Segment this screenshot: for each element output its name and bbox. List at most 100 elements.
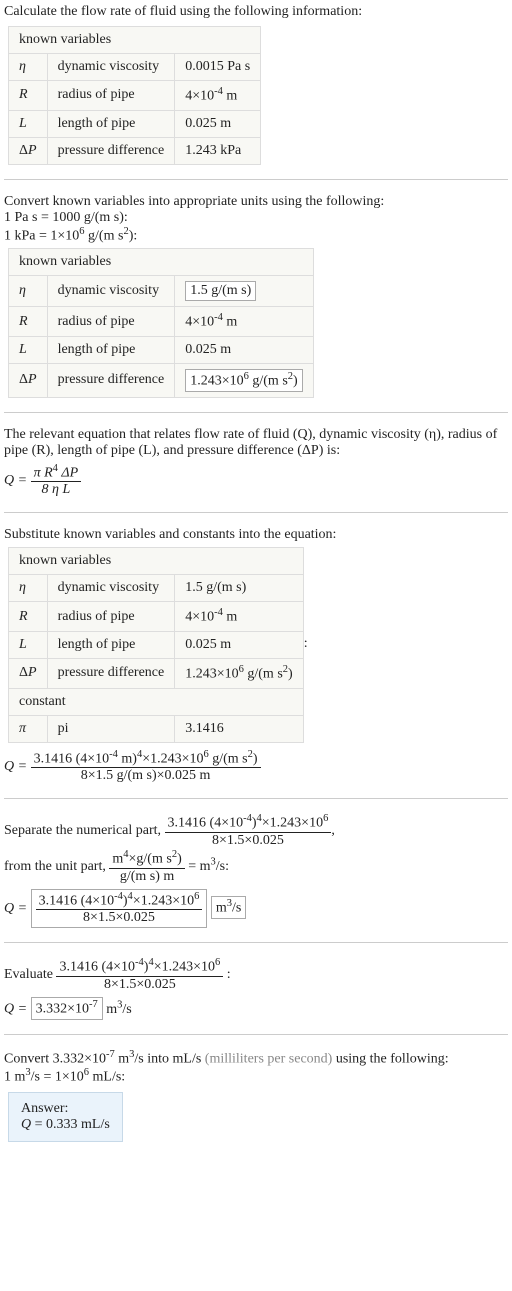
- known-variables-table-2: known variables η dynamic viscosity 1.5 …: [8, 248, 314, 397]
- answer-box: Answer: Q = 0.333 mL/s: [8, 1092, 123, 1142]
- evaluate-text: Evaluate 3.1416 (4×10-4)4×1.243×106 8×1.…: [4, 957, 508, 993]
- val-part: ): [293, 374, 298, 389]
- var-name: length of pipe: [47, 336, 175, 363]
- var-value: 0.025 m: [175, 336, 313, 363]
- eq-exp: -7: [106, 1049, 115, 1060]
- answer-value: = 0.333 mL/s: [35, 1117, 110, 1132]
- var-symbol: L: [9, 336, 48, 363]
- eq-part: ΔP: [58, 465, 78, 480]
- table-caption: known variables: [9, 249, 314, 276]
- table-row: R radius of pipe 4×10-4 m: [9, 307, 314, 337]
- val-part: g/(m s: [244, 667, 283, 682]
- eq-lhs: Q =: [4, 1002, 31, 1017]
- val-exp: -4: [214, 312, 223, 323]
- fraction: π R4 ΔP 8 η L: [31, 463, 82, 499]
- var-symbol: η: [9, 276, 48, 307]
- var-name: dynamic viscosity: [47, 276, 175, 307]
- numerator: π R4 ΔP: [31, 463, 82, 483]
- var-name: pi: [47, 715, 175, 742]
- known-variables-table-1: known variables η dynamic viscosity 0.00…: [8, 26, 261, 165]
- eq-part: m3/s: [106, 1002, 131, 1017]
- var-symbol: π: [9, 715, 48, 742]
- var-value: 1.243 kPa: [175, 137, 261, 164]
- val-part: 4×10: [185, 89, 214, 104]
- val-part: 1.243×10: [185, 667, 238, 682]
- text-part: g/(m s: [85, 228, 124, 243]
- var-symbol: ΔP: [9, 137, 48, 164]
- table-row: η dynamic viscosity 1.5 g/(m s): [9, 575, 304, 602]
- table-caption: known variables: [9, 548, 304, 575]
- numerator: 3.1416 (4×10-4)4×1.243×106: [56, 957, 223, 977]
- eq-part: 3.1416 (4×10: [168, 816, 244, 831]
- denominator: 8×1.5 g/(m s)×0.025 m: [31, 768, 261, 784]
- var-symbol: R: [9, 81, 48, 111]
- var-name: dynamic viscosity: [47, 575, 175, 602]
- text-part: 1 m: [4, 1070, 25, 1085]
- eq-part: 3.1416 (4×10: [34, 751, 110, 766]
- table-row: L length of pipe 0.025 m: [9, 110, 261, 137]
- fraction: 3.1416 (4×10-4)4×1.243×106 8×1.5×0.025: [36, 891, 203, 927]
- table-row: ΔP pressure difference 1.243 kPa: [9, 137, 261, 164]
- equation-1: Q = π R4 ΔP 8 η L: [4, 463, 508, 499]
- eq-part: 3.1416 (4×10: [39, 893, 115, 908]
- text-part: Evaluate: [4, 967, 56, 982]
- denominator: 8×1.5×0.025: [36, 910, 203, 926]
- var-name: pressure difference: [47, 363, 175, 397]
- var-symbol: η: [9, 575, 48, 602]
- boxed-value: 1.5 g/(m s): [185, 281, 256, 301]
- text-gray: (milliliters per second): [205, 1051, 333, 1066]
- intro-text: Calculate the flow rate of fluid using t…: [4, 4, 508, 20]
- table-row: L length of pipe 0.025 m: [9, 336, 314, 363]
- numerator: m4×g/(m s2): [109, 849, 184, 869]
- text-part: Convert 3.332×10: [4, 1051, 106, 1066]
- var-name: pressure difference: [47, 658, 175, 688]
- var-value: 0.0015 Pa s: [175, 54, 261, 81]
- eq-exp: -4: [135, 957, 144, 968]
- boxed-value: 1.243×106 g/(m s2): [185, 369, 302, 392]
- conversion-line-2: 1 kPa = 1×106 g/(m s2):: [4, 226, 508, 245]
- var-value: 1.5 g/(m s): [175, 575, 303, 602]
- var-value: 1.243×106 g/(m s2): [175, 363, 313, 397]
- eq-part: 3.1416 (4×10: [59, 960, 135, 975]
- var-value: 0.025 m: [175, 110, 261, 137]
- eq-part: 3.332×10: [36, 1002, 89, 1017]
- var-name: pressure difference: [47, 137, 175, 164]
- text-part: ):: [129, 228, 138, 243]
- table-row: π pi 3.1416: [9, 715, 304, 742]
- var-value: 0.025 m: [175, 631, 303, 658]
- eq-lhs: Q =: [4, 901, 31, 916]
- val-exp: -4: [214, 607, 223, 618]
- val-suffix: m: [223, 89, 237, 104]
- val-part: 4×10: [185, 315, 214, 330]
- text-part: Separate the numerical part,: [4, 823, 165, 838]
- substitute-title: Substitute known variables and constants…: [4, 527, 508, 543]
- var-symbol: R: [9, 602, 48, 632]
- table-row: R radius of pipe 4×10-4 m: [9, 602, 304, 632]
- conversion-line-1: 1 Pa s = 1000 g/(m s):: [4, 210, 508, 226]
- equation-explanation: The relevant equation that relates flow …: [4, 427, 508, 459]
- var-name: radius of pipe: [47, 81, 175, 111]
- val-exp: -4: [214, 86, 223, 97]
- denominator: g/(m s) m: [109, 869, 184, 885]
- eq-exp: 6: [194, 891, 199, 902]
- fraction: 3.1416 (4×10-4 m)4×1.243×106 g/(m s2) 8×…: [31, 749, 261, 785]
- eq-exp: -4: [109, 749, 118, 760]
- eq-part: ×1.243×10: [154, 960, 215, 975]
- answer-equation: Q: [21, 1117, 31, 1132]
- numerator: 3.1416 (4×10-4)4×1.243×106: [36, 891, 203, 911]
- eq-part: ×g/(m s: [129, 852, 172, 867]
- var-symbol: R: [9, 307, 48, 337]
- eq-exp: -7: [89, 999, 98, 1010]
- eq-lhs: Q =: [4, 759, 31, 774]
- eq-part: m: [112, 852, 123, 867]
- var-name: radius of pipe: [47, 307, 175, 337]
- eq-part: π R: [34, 465, 53, 480]
- var-symbol: ΔP: [9, 363, 48, 397]
- eq-part: ×1.243×10: [142, 751, 203, 766]
- text-part: 1 kPa = 1×10: [4, 228, 79, 243]
- eq-exp: -4: [243, 813, 252, 824]
- table-caption: known variables: [9, 27, 261, 54]
- var-name: dynamic viscosity: [47, 54, 175, 81]
- text-part: /s:: [216, 859, 229, 874]
- eq-part: ): [177, 852, 182, 867]
